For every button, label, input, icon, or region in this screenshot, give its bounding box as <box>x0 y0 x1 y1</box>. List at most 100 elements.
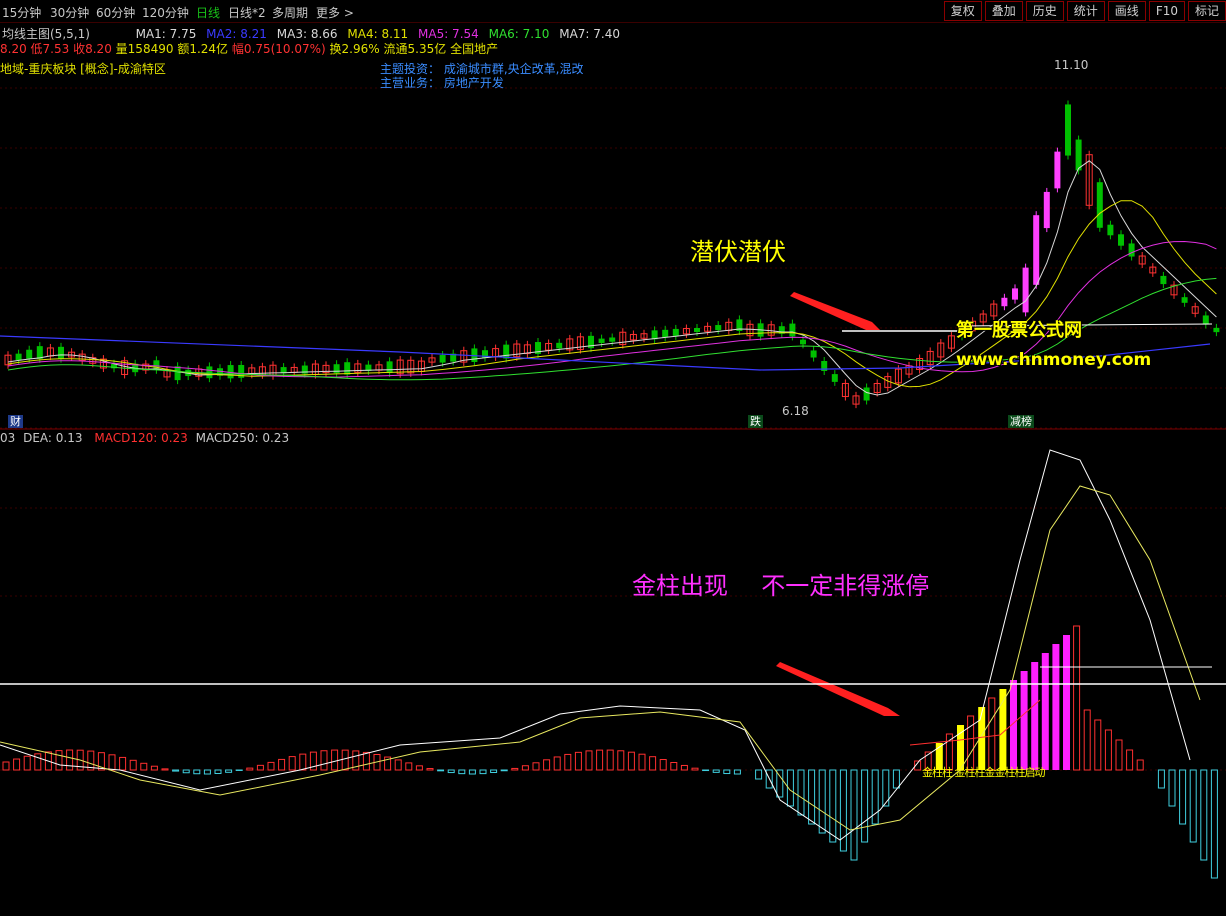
candle-body <box>344 362 351 375</box>
macd-bar <box>415 765 423 771</box>
main-business: 主营业务： 房地产开发 <box>380 74 504 91</box>
ma2-value: MA2: 8.21 <box>206 27 267 41</box>
sector: 全国地产 <box>450 42 499 56</box>
candle-body <box>1001 297 1008 307</box>
annotation-gold-bar: 金柱出现 不一定非得涨停 <box>632 566 929 601</box>
macd250-value: MACD250: 0.23 <box>195 431 290 445</box>
candle-body <box>1107 224 1114 236</box>
candle-body <box>174 366 181 381</box>
candle-body <box>715 325 722 331</box>
macd-bar <box>680 764 688 771</box>
macd-bar <box>129 759 137 771</box>
candle-body <box>662 329 669 338</box>
candle-body <box>672 328 679 336</box>
macd-bar <box>267 761 275 771</box>
annotation-gold-right: 不一定非得涨停 <box>761 572 930 600</box>
candle-body <box>1181 297 1188 303</box>
annotation-gold-left: 金柱出现 <box>632 572 728 600</box>
indicator-name: 均线主图(5,5,1) <box>2 27 90 41</box>
candle-body <box>1012 288 1018 300</box>
macd-bar <box>627 751 635 771</box>
macd-bar <box>320 750 328 771</box>
macd-bar <box>829 769 837 843</box>
macd-bar <box>596 749 604 771</box>
macd-bar <box>426 768 434 771</box>
close-price: 收8.20 <box>73 42 112 56</box>
macd-bar <box>13 758 21 771</box>
macd-bar <box>214 769 222 775</box>
candle-body <box>800 339 806 345</box>
watermark-title: 第一股票公式网 <box>956 320 1082 341</box>
macd-bar <box>55 750 63 771</box>
macd-bar <box>119 756 127 771</box>
macd-bar <box>1104 729 1112 771</box>
candle-body <box>206 366 213 379</box>
candle-body <box>556 342 563 349</box>
watermark-url: www.chnmoney.com <box>956 350 1152 370</box>
candle-body <box>1202 315 1209 325</box>
macd-bar <box>1073 625 1081 771</box>
candle-body <box>386 361 393 374</box>
macd-bar <box>755 769 763 780</box>
macd-bar <box>967 715 975 771</box>
dea-value: DEA: 0.13 <box>23 431 83 445</box>
macd-bar <box>871 769 879 825</box>
macd-bar <box>288 756 296 771</box>
macd-bar <box>394 759 402 771</box>
macd-bar <box>861 769 869 843</box>
macd-bar <box>543 759 551 771</box>
macd-bar <box>278 758 286 771</box>
reduce-list-tag[interactable]: 减榜 <box>1008 415 1034 428</box>
candle-body <box>1043 191 1050 229</box>
turnover: 换2.96% <box>329 42 380 56</box>
macd-bar <box>1052 644 1060 770</box>
macd-bar <box>649 756 657 771</box>
arrow-main <box>790 292 880 330</box>
macd-bar <box>1094 719 1102 771</box>
macd-bar <box>150 765 158 771</box>
macd-bar <box>564 753 572 771</box>
ma5-value: MA5: 7.54 <box>418 27 479 41</box>
macd-bar <box>702 769 710 772</box>
macd-bar <box>892 769 900 789</box>
macd-bar <box>1189 769 1197 843</box>
macd120-line <box>909 699 1041 746</box>
macd-bar <box>723 769 731 775</box>
macd-bar <box>574 751 582 771</box>
candle-body <box>810 350 817 358</box>
macd-bar <box>1200 769 1208 861</box>
macd-bar <box>1168 769 1176 807</box>
fall-tag[interactable]: 跌 <box>748 415 763 428</box>
macd-bar <box>850 769 858 861</box>
macd-bar <box>458 769 466 775</box>
macd-bar <box>988 697 996 771</box>
finance-tag[interactable]: 财 <box>8 415 23 428</box>
macd-bar <box>511 767 519 771</box>
macd-bar <box>500 769 508 772</box>
candle-body <box>58 346 64 359</box>
macd-bar <box>1083 709 1091 771</box>
candle-body <box>694 327 700 333</box>
macd-bar <box>341 749 349 771</box>
ma6-value: MA6: 7.10 <box>488 27 550 41</box>
open-price: 8.20 <box>0 42 27 56</box>
high-price-label: 11.10 <box>1054 58 1089 72</box>
candle-body <box>333 364 340 374</box>
macd-bar <box>447 769 455 774</box>
macd-bar <box>1041 653 1049 770</box>
candle-body <box>1160 275 1167 285</box>
macd-bar <box>818 769 826 834</box>
candle-body <box>598 338 605 343</box>
macd-bar <box>225 769 233 773</box>
macd-bar <box>172 769 180 772</box>
macd-bar <box>203 769 211 775</box>
macd-bar <box>1136 759 1144 771</box>
candle-body <box>609 337 616 342</box>
macd-bar <box>553 756 561 771</box>
macd-bar <box>66 749 74 771</box>
macd-bar <box>362 751 370 771</box>
candle-body <box>1118 234 1124 246</box>
macd-bar <box>108 754 116 771</box>
candle-body <box>26 349 33 359</box>
dif-value: 03 <box>0 431 16 445</box>
